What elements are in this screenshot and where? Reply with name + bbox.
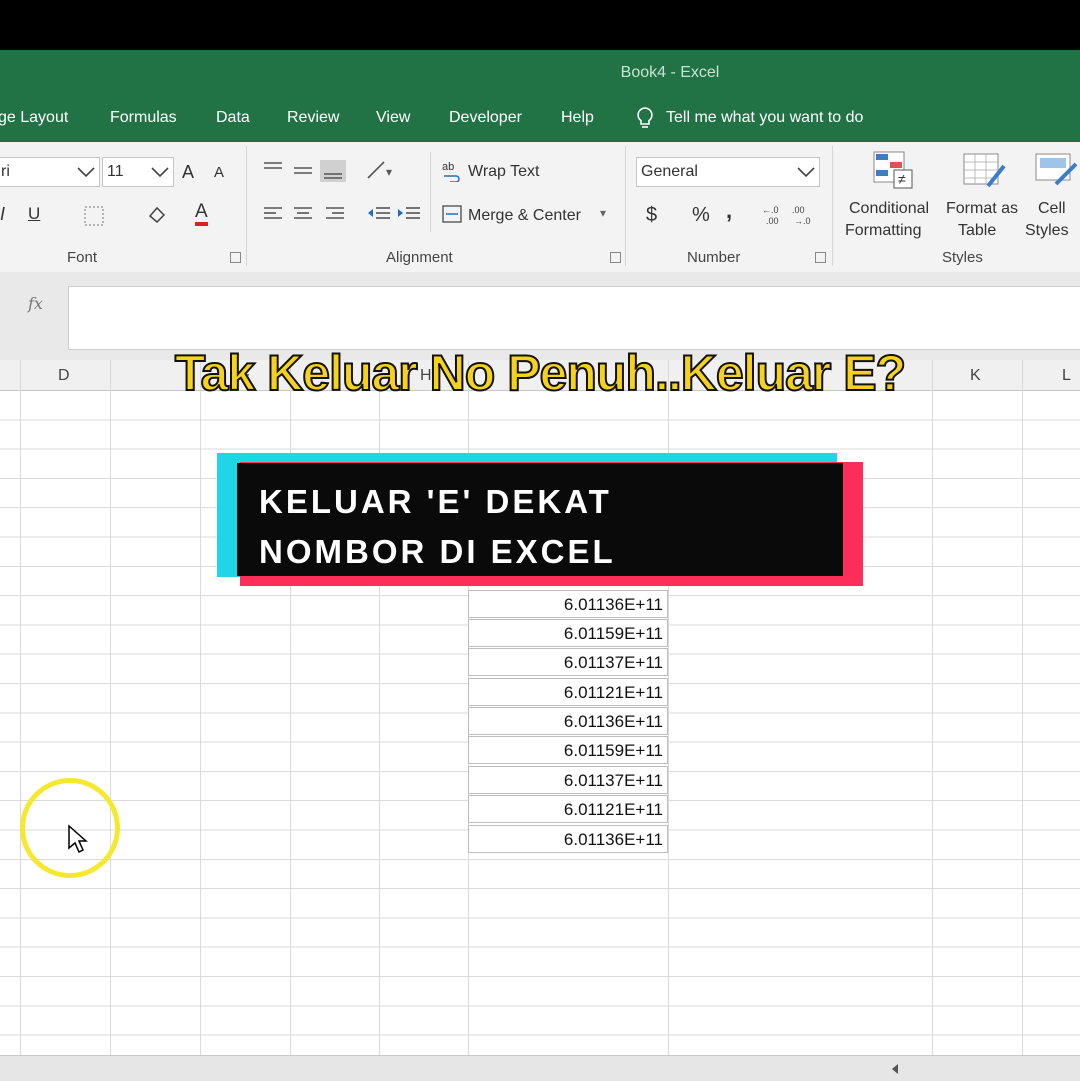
cell-value[interactable]: 6.01159E+11: [468, 736, 668, 764]
format-as-table-line1[interactable]: Format as: [946, 200, 1018, 218]
font-name-box[interactable]: ri: [0, 157, 100, 187]
italic-button[interactable]: I: [0, 204, 5, 225]
cell-value[interactable]: 6.01121E+11: [468, 795, 668, 823]
wrap-text-button[interactable]: Wrap Text: [468, 163, 539, 181]
cell-value[interactable]: 6.01136E+11: [468, 825, 668, 853]
svg-text:→.0: →.0: [794, 216, 811, 226]
cell-value[interactable]: 6.01137E+11: [468, 648, 668, 676]
ribbon-tabs: ge Layout Formulas Data Review View Deve…: [0, 96, 1080, 142]
number-format-box[interactable]: General: [636, 157, 820, 187]
borders-icon[interactable]: [84, 206, 104, 226]
svg-text:.00: .00: [766, 216, 779, 226]
svg-text:.00: .00: [792, 205, 805, 215]
font-name-value: ri: [1, 163, 10, 180]
banner-text: KELUAR 'E' DEKAT NOMBOR DI EXCEL: [259, 477, 616, 577]
align-top-icon[interactable]: [262, 160, 346, 182]
svg-text:▾: ▾: [386, 165, 392, 179]
chevron-down-icon: [77, 167, 95, 177]
banner-line-1: KELUAR 'E' DEKAT: [259, 483, 612, 520]
cell-value[interactable]: 6.01159E+11: [468, 619, 668, 647]
conditional-formatting-icon: ≠: [873, 151, 913, 189]
format-as-table-line2[interactable]: Table: [958, 222, 996, 240]
font-size-box[interactable]: 11: [102, 157, 174, 187]
cell-value[interactable]: 6.01121E+11: [468, 678, 668, 706]
tab-page-layout[interactable]: ge Layout: [0, 109, 68, 127]
tab-developer[interactable]: Developer: [449, 109, 522, 127]
increase-decimal-icon[interactable]: ←.0.00.00→.0: [760, 204, 816, 226]
tab-review[interactable]: Review: [287, 109, 339, 127]
number-group-label: Number: [687, 249, 741, 266]
wrap-text-icon: ab: [442, 161, 460, 182]
alignment-dialog-launcher[interactable]: [610, 252, 621, 263]
cell-value[interactable]: 6.01137E+11: [468, 766, 668, 794]
ribbon: ri 11 A A I U A Font ▾ ab Wrap Text Merg…: [0, 142, 1080, 273]
alignment-group-label: Alignment: [386, 249, 453, 266]
title-bar: Book4 - Excel: [0, 50, 1080, 96]
font-group-label: Font: [67, 249, 98, 266]
tab-formulas[interactable]: Formulas: [110, 109, 177, 127]
font-dialog-launcher[interactable]: [230, 252, 241, 263]
shrink-font-button[interactable]: A: [214, 164, 224, 181]
styles-group-label: Styles: [942, 249, 983, 266]
svg-text:←.0: ←.0: [762, 205, 779, 215]
number-dialog-launcher[interactable]: [815, 252, 826, 263]
fill-color-icon[interactable]: [146, 204, 168, 226]
cell-styles-line2[interactable]: Styles: [1025, 222, 1069, 240]
video-title-overlay: Tak Keluar No Penuh..Keluar E?: [174, 344, 907, 402]
tab-help[interactable]: Help: [561, 109, 594, 127]
formula-input[interactable]: [68, 286, 1080, 350]
tab-data[interactable]: Data: [216, 109, 250, 127]
svg-text:≠: ≠: [898, 171, 906, 187]
format-as-table-icon: [963, 153, 1006, 188]
cell-value[interactable]: 6.01136E+11: [468, 590, 668, 618]
window-title: Book4 - Excel: [620, 64, 720, 81]
scroll-left-icon[interactable]: [888, 1062, 902, 1076]
mouse-pointer-icon: [68, 824, 88, 854]
chevron-down-icon[interactable]: ▾: [600, 206, 606, 220]
currency-button[interactable]: $: [646, 204, 657, 227]
merge-center-button[interactable]: Merge & Center: [468, 207, 581, 225]
grow-font-button[interactable]: A: [182, 162, 194, 183]
lightbulb-icon: [637, 107, 653, 128]
video-top-bar: [0, 0, 1080, 50]
number-format-value: General: [641, 163, 698, 180]
svg-text:ab: ab: [442, 161, 454, 173]
insert-function-icon[interactable]: fx: [28, 294, 43, 313]
orientation-icon[interactable]: ▾: [366, 160, 402, 182]
status-bar: [0, 1055, 1080, 1081]
align-left-icon[interactable]: [262, 204, 346, 224]
comma-button[interactable]: ,: [726, 198, 732, 224]
cell-styles-icon: [1035, 153, 1078, 186]
chevron-down-icon: [797, 167, 815, 177]
underline-button[interactable]: U: [28, 204, 40, 224]
font-color-button[interactable]: A: [195, 202, 208, 226]
tell-me-search[interactable]: Tell me what you want to do: [636, 106, 863, 130]
cell-styles-line1[interactable]: Cell: [1038, 200, 1066, 218]
tell-me-text: Tell me what you want to do: [666, 109, 864, 126]
chevron-down-icon: [151, 167, 169, 177]
banner-line-2: NOMBOR DI EXCEL: [259, 533, 616, 570]
percent-button[interactable]: %: [692, 204, 710, 227]
conditional-formatting-line2[interactable]: Formatting: [845, 222, 921, 240]
font-size-value: 11: [107, 163, 124, 180]
tab-view[interactable]: View: [376, 109, 410, 127]
indent-icon[interactable]: [366, 204, 422, 224]
conditional-formatting-line1[interactable]: Conditional: [849, 200, 929, 218]
merge-center-icon: [442, 205, 462, 223]
cell-value[interactable]: 6.01136E+11: [468, 707, 668, 735]
